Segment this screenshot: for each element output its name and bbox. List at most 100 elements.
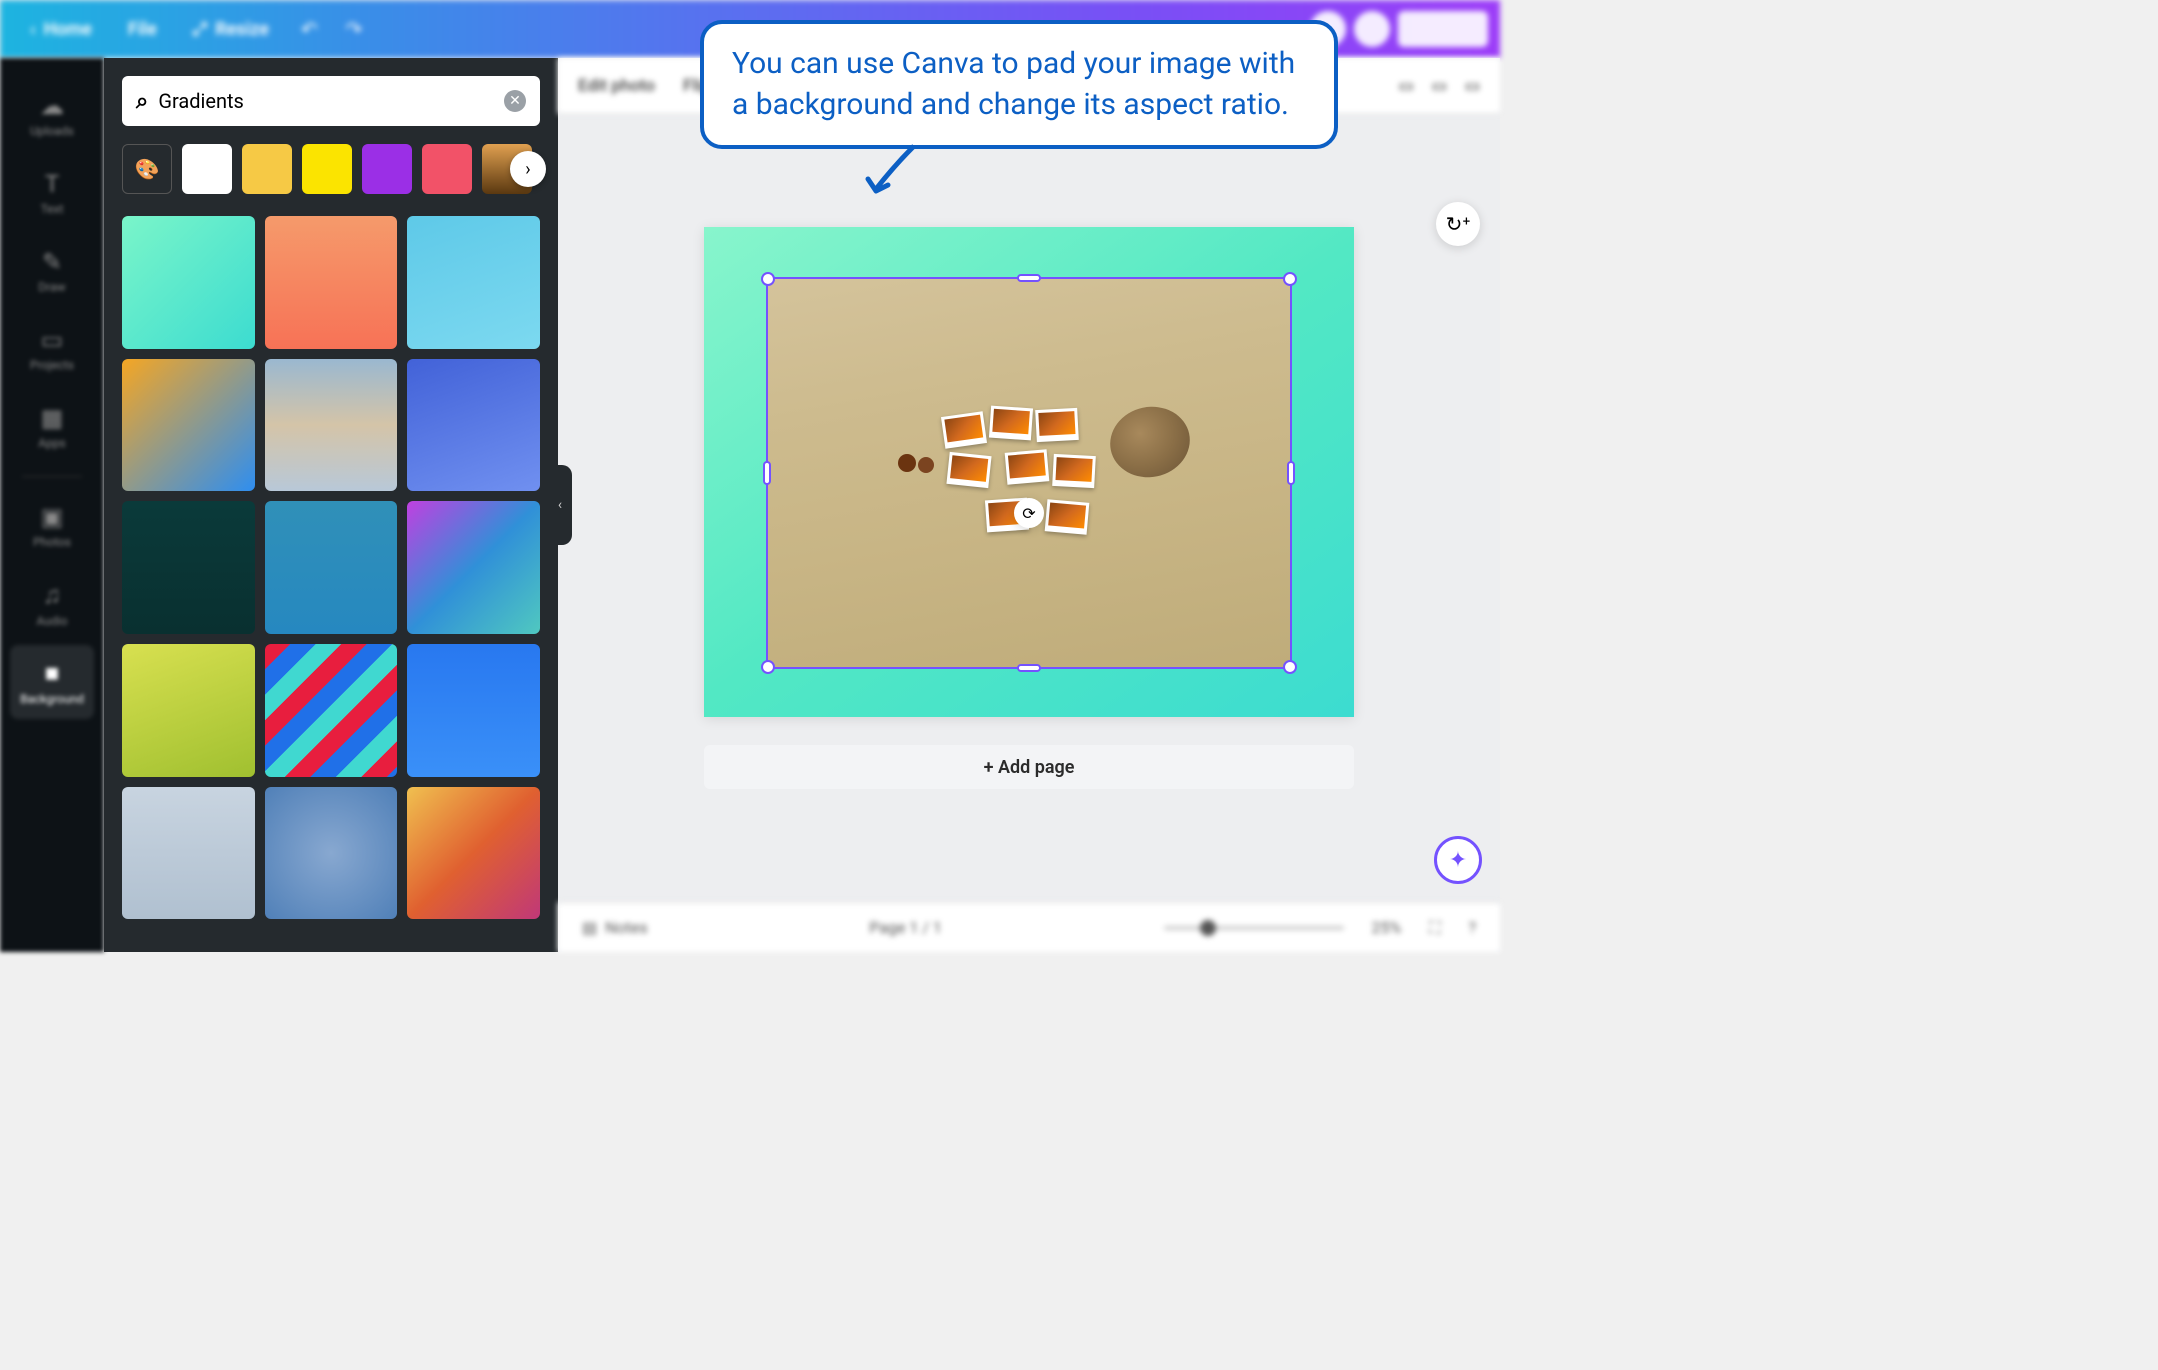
photo-icon: ▣	[41, 503, 64, 531]
fullscreen-button[interactable]: ⛶	[1429, 918, 1440, 938]
reset-transform-button[interactable]: ↻⁺	[1436, 202, 1480, 246]
zoom-slider[interactable]	[1164, 926, 1344, 930]
color-scroll-right[interactable]: ›	[510, 151, 546, 187]
gradient-tile[interactable]	[407, 644, 540, 777]
resize-handle-top-left[interactable]	[761, 272, 775, 286]
resize-handle-bottom-right[interactable]	[1283, 660, 1297, 674]
color-swatch-white[interactable]	[182, 144, 232, 194]
share-button[interactable]	[1398, 11, 1488, 47]
rail-draw[interactable]: ✎Draw	[10, 234, 94, 308]
polaroid	[1052, 454, 1096, 488]
gradient-tile[interactable]	[122, 644, 255, 777]
rail-draw-label: Draw	[38, 280, 65, 294]
chevron-left-icon: ‹	[30, 19, 36, 40]
color-swatch-gold[interactable]	[242, 144, 292, 194]
cloud-upload-icon: ☁	[40, 92, 64, 120]
selection-box[interactable]	[766, 277, 1292, 669]
text-icon: T	[45, 170, 59, 198]
page-indicator[interactable]: Page 1 / 1	[869, 918, 942, 937]
rail-projects-label: Projects	[30, 358, 74, 372]
rail-photos[interactable]: ▣ Photos	[10, 489, 94, 563]
resize-handle-left[interactable]	[763, 461, 771, 485]
rotate-button[interactable]: ⟳	[1014, 498, 1044, 528]
gradient-tile[interactable]	[265, 644, 398, 777]
rail-background[interactable]: ■Background	[10, 645, 94, 719]
refresh-plus-icon: ↻⁺	[1446, 212, 1471, 236]
gradient-tile[interactable]	[407, 787, 540, 920]
file-label: File	[128, 19, 157, 40]
gradient-tile[interactable]	[265, 787, 398, 920]
gradient-tile[interactable]	[265, 216, 398, 349]
color-swatch-purple[interactable]	[362, 144, 412, 194]
canvas-viewport[interactable]: ↻⁺	[558, 114, 1500, 902]
color-swatch-yellow[interactable]	[302, 144, 352, 194]
search-icon: ⌕	[136, 89, 148, 114]
undo-button[interactable]: ↶	[287, 9, 332, 49]
help-button[interactable]: ?	[1468, 918, 1476, 937]
resize-menu[interactable]: ⤢Resize	[175, 11, 287, 48]
gradient-grid	[122, 216, 540, 929]
gradient-tile[interactable]	[407, 359, 540, 492]
chevron-left-icon: ‹	[558, 497, 562, 513]
rail-apps[interactable]: ▦Apps	[10, 390, 94, 464]
gradient-tile[interactable]	[265, 501, 398, 634]
chevron-right-icon: ›	[525, 159, 530, 180]
gradient-tile[interactable]	[122, 359, 255, 492]
rail-uploads-label: Uploads	[30, 124, 74, 138]
zoom-value[interactable]: 25%	[1372, 918, 1402, 937]
gradient-tile[interactable]	[265, 359, 398, 492]
gradient-tile[interactable]	[407, 216, 540, 349]
rail-text-label: Text	[41, 202, 64, 216]
sparkle-icon: ✦	[1449, 848, 1467, 873]
sunhat-decoration	[1104, 399, 1197, 484]
resize-handle-top-right[interactable]	[1283, 272, 1297, 286]
zoom-thumb[interactable]	[1200, 920, 1216, 936]
rail-projects[interactable]: ▭ Projects	[10, 312, 94, 386]
palette-icon: 🎨	[135, 157, 160, 181]
resize-handle-right[interactable]	[1287, 461, 1295, 485]
redo-button[interactable]: ↷	[332, 9, 377, 49]
home-label: Home	[44, 19, 92, 40]
rail-uploads[interactable]: ☁ Uploads	[10, 78, 94, 152]
edit-photo-button[interactable]: Edit photo	[578, 76, 655, 96]
gradient-tile[interactable]	[122, 501, 255, 634]
icon-rail: ☁ Uploads T Text ✎Draw ▭ Projects ▦Apps ▣ Ph…	[0, 58, 104, 952]
folder-icon: ▭	[41, 326, 64, 354]
polaroid	[941, 411, 987, 449]
file-menu[interactable]: File	[110, 11, 175, 48]
rotate-icon: ⟳	[1022, 504, 1035, 523]
gradient-tile[interactable]	[407, 501, 540, 634]
canvas-area: Edit photo Flip ▭ ▭ ▭ ↻⁺	[558, 58, 1500, 952]
add-page-button[interactable]: + Add page	[704, 745, 1354, 789]
rail-audio-label: Audio	[37, 614, 68, 628]
page-frame[interactable]	[704, 227, 1354, 717]
toolbar-icon[interactable]: ▭	[1465, 76, 1480, 95]
side-panel: ⌕ ✕ 🎨 ›	[104, 58, 558, 952]
color-picker-button[interactable]: 🎨	[122, 144, 172, 194]
rail-apps-label: Apps	[38, 436, 66, 450]
resize-handle-bottom-left[interactable]	[761, 660, 775, 674]
gradient-tile[interactable]	[122, 787, 255, 920]
rail-audio[interactable]: ♫Audio	[10, 567, 94, 641]
search-input[interactable]	[158, 89, 494, 113]
selected-image[interactable]	[768, 279, 1290, 667]
clear-search-button[interactable]: ✕	[504, 90, 526, 112]
rail-photos-label: Photos	[33, 535, 71, 549]
resize-handle-bottom[interactable]	[1017, 664, 1041, 672]
color-swatch-pink[interactable]	[422, 144, 472, 194]
toolbar-icon[interactable]: ▭	[1399, 76, 1414, 95]
cup-decoration	[918, 457, 934, 473]
magic-button[interactable]: ✦	[1434, 836, 1482, 884]
toolbar-icon[interactable]: ▭	[1432, 76, 1447, 95]
search-box[interactable]: ⌕ ✕	[122, 76, 540, 126]
rail-text[interactable]: T Text	[10, 156, 94, 230]
tutorial-callout: You can use Canva to pad your image with…	[700, 20, 1338, 149]
notes-label: Notes	[605, 918, 648, 937]
notes-button[interactable]: ▤Notes	[582, 918, 648, 937]
panel-collapse-button[interactable]: ‹	[548, 465, 572, 545]
back-button[interactable]: ‹ Home	[12, 11, 110, 48]
gradient-tile[interactable]	[122, 216, 255, 349]
resize-handle-top[interactable]	[1017, 274, 1041, 282]
share-circle[interactable]	[1354, 11, 1390, 47]
help-icon: ?	[1468, 918, 1476, 937]
